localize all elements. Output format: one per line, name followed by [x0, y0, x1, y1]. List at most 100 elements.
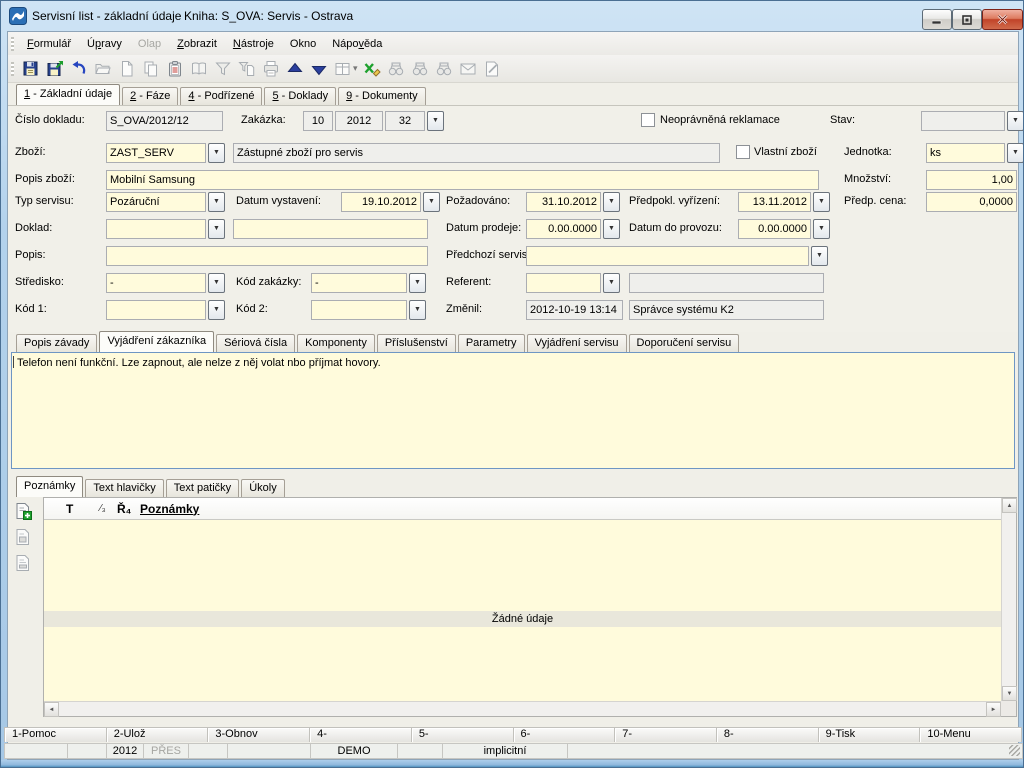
detail-tab-komponenty[interactable]: Komponenty: [297, 334, 375, 352]
restore-button[interactable]: [952, 9, 982, 30]
function-key-3[interactable]: 3-Obnov: [208, 728, 310, 742]
cost-centre-dropdown-button[interactable]: ▼: [208, 273, 225, 293]
operation-date-field[interactable]: 0.00.0000: [738, 219, 811, 239]
detail-tab-sériová-čísla[interactable]: Sériová čísla: [216, 334, 295, 352]
requested-date-dropdown-button[interactable]: ▼: [603, 192, 620, 212]
function-key-10[interactable]: 10-Menu: [920, 728, 1021, 742]
requested-date-field[interactable]: 31.10.2012: [526, 192, 601, 212]
tab-5-doklady[interactable]: 5 - Doklady: [264, 87, 336, 105]
undo-icon[interactable]: [67, 58, 90, 80]
notes-horizontal-scrollbar[interactable]: ◄ ►: [44, 701, 1001, 716]
menu-item-nástroje[interactable]: Nástroje: [225, 35, 282, 53]
notes-tab-úkoly[interactable]: Úkoly: [241, 479, 285, 497]
code1-dropdown-button[interactable]: ▼: [208, 300, 225, 320]
document-combo[interactable]: [106, 219, 206, 239]
clerk-dropdown-button[interactable]: ▼: [603, 273, 620, 293]
expected-date-dropdown-button[interactable]: ▼: [813, 192, 830, 212]
description-field[interactable]: [106, 246, 428, 266]
detail-tab-doporučení-servisu[interactable]: Doporučení servisu: [629, 334, 740, 352]
scroll-down-button[interactable]: ▼: [1002, 686, 1017, 701]
menu-item-okno[interactable]: Okno: [282, 35, 324, 53]
scroll-left-button[interactable]: ◄: [44, 702, 59, 717]
function-key-2[interactable]: 2-Ulož: [107, 728, 209, 742]
confirm-storno-icon[interactable]: [361, 58, 384, 80]
order-dropdown-button[interactable]: ▼: [427, 111, 444, 131]
expected-price-field[interactable]: 0,0000: [926, 192, 1017, 212]
expected-date-field[interactable]: 13.11.2012: [738, 192, 811, 212]
function-key-9[interactable]: 9-Tisk: [819, 728, 921, 742]
function-key-4[interactable]: 4-: [310, 728, 412, 742]
code1-combo[interactable]: [106, 300, 206, 320]
minimize-button[interactable]: [922, 9, 952, 30]
menu-item-formulář[interactable]: Formulář: [19, 35, 79, 53]
service-type-combo[interactable]: Pozáruční: [106, 192, 206, 212]
function-key-1[interactable]: 1-Pomoc: [5, 728, 107, 742]
save-as-icon[interactable]: [43, 58, 66, 80]
field-label: Datum vystavení:: [236, 195, 321, 208]
detail-tab-příslušenství[interactable]: Příslušenství: [377, 334, 456, 352]
notes-column-header-3[interactable]: Ř₄: [117, 502, 140, 516]
detail-tab-vyjádření-zákazníka[interactable]: Vyjádření zákazníka: [99, 331, 214, 352]
own-goods-checkbox[interactable]: [736, 145, 750, 159]
menu-item-zobrazit[interactable]: Zobrazit: [169, 35, 225, 53]
goods-note-field[interactable]: Mobilní Samsung: [106, 170, 819, 190]
scroll-right-button[interactable]: ►: [986, 702, 1001, 717]
notes-tab-poznámky[interactable]: Poznámky: [16, 476, 83, 497]
sale-date-dropdown-button[interactable]: ▼: [603, 219, 620, 239]
detail-tab-vyjádření-servisu[interactable]: Vyjádření servisu: [527, 334, 627, 352]
detail-tab-parametry[interactable]: Parametry: [458, 334, 525, 352]
notes-column-header-4[interactable]: Poznámky: [140, 502, 199, 516]
notes-tab-text-hlavičky[interactable]: Text hlavičky: [85, 479, 163, 497]
detail-tab-popis-závady[interactable]: Popis závady: [16, 334, 97, 352]
cost-centre-combo[interactable]: -: [106, 273, 206, 293]
tab-4-podřízené[interactable]: 4 - Podřízené: [180, 87, 262, 105]
goods-dropdown-button[interactable]: ▼: [208, 143, 225, 163]
close-button[interactable]: [982, 9, 1023, 30]
paste-icon[interactable]: [163, 58, 186, 80]
function-key-7[interactable]: 7-: [615, 728, 717, 742]
previous-service-dropdown-button[interactable]: ▼: [811, 246, 828, 266]
notes-grid-body[interactable]: Žádné údaje: [44, 520, 1001, 701]
document-extra-field[interactable]: [233, 219, 428, 239]
document-dropdown-button[interactable]: ▼: [208, 219, 225, 239]
resize-grip[interactable]: [1009, 745, 1020, 756]
function-key-8[interactable]: 8-: [717, 728, 819, 742]
order-code-dropdown-button[interactable]: ▼: [409, 273, 426, 293]
quantity-field[interactable]: 1,00: [926, 170, 1017, 190]
order-code-combo[interactable]: -: [311, 273, 407, 293]
notes-column-header-2[interactable]: ⁄₃: [100, 503, 117, 514]
state-dropdown-button[interactable]: ▼: [1007, 111, 1024, 131]
code2-combo[interactable]: [311, 300, 407, 320]
issue-date-field[interactable]: 19.10.2012: [341, 192, 421, 212]
unit-combo[interactable]: ks: [926, 143, 1005, 163]
menu-item-úpravy[interactable]: Úpravy: [79, 35, 130, 53]
code2-dropdown-button[interactable]: ▼: [409, 300, 426, 320]
next-record-icon[interactable]: [307, 58, 330, 80]
previous-service-combo[interactable]: [526, 246, 809, 266]
goods-combo[interactable]: ZAST_SERV: [106, 143, 206, 163]
scroll-up-button[interactable]: ▲: [1002, 498, 1017, 513]
save-icon[interactable]: [19, 58, 42, 80]
print-icon: [259, 58, 282, 80]
operation-date-dropdown-button[interactable]: ▼: [813, 219, 830, 239]
tab-1-základní-údaje[interactable]: 1 - Základní údaje: [16, 84, 120, 105]
unjustified-claim-checkbox[interactable]: [641, 113, 655, 127]
function-key-6[interactable]: 6-: [514, 728, 616, 742]
customer-statement-textarea[interactable]: Telefon není funkční. Lze zapnout, ale n…: [11, 352, 1015, 469]
previous-record-icon[interactable]: [283, 58, 306, 80]
function-key-5[interactable]: 5-: [412, 728, 514, 742]
tab-9-dokumenty[interactable]: 9 - Dokumenty: [338, 87, 426, 105]
service-type-dropdown-button[interactable]: ▼: [208, 192, 225, 212]
notes-tab-text-patičky[interactable]: Text patičky: [166, 479, 239, 497]
window-bottom-frame: [1, 760, 1024, 768]
notes-column-header-1[interactable]: T: [66, 502, 100, 516]
sale-date-field[interactable]: 0.00.0000: [526, 219, 601, 239]
new-note-icon[interactable]: [12, 500, 34, 522]
menu-item-nápověda[interactable]: Nápověda: [324, 35, 390, 53]
unit-dropdown-button[interactable]: ▼: [1007, 143, 1024, 163]
tab-2-fáze[interactable]: 2 - Fáze: [122, 87, 178, 105]
notes-vertical-scrollbar[interactable]: ▲ ▼: [1001, 498, 1016, 701]
field-label: Stav:: [830, 114, 855, 127]
issue-date-dropdown-button[interactable]: ▼: [423, 192, 440, 212]
clerk-combo[interactable]: [526, 273, 601, 293]
